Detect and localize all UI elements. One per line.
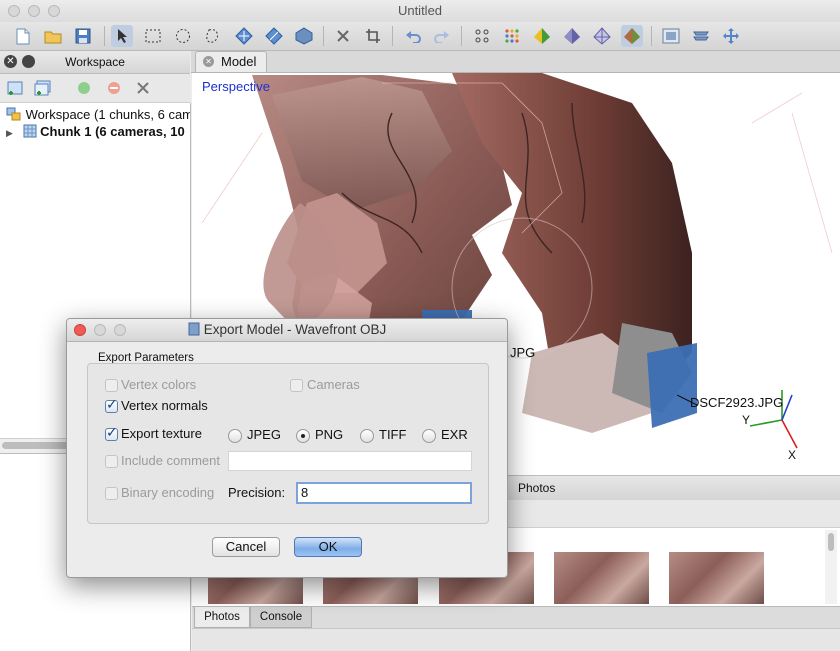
status-bar	[192, 628, 840, 651]
crop-icon[interactable]	[362, 25, 384, 47]
dialog-zoom-button[interactable]	[114, 324, 126, 336]
solid-model-icon[interactable]	[561, 25, 583, 47]
tab-console[interactable]: Console	[250, 607, 312, 628]
main-toolbar	[0, 22, 840, 51]
texture-format-jpeg-label: JPEG	[247, 427, 281, 442]
precision-input[interactable]: 8	[296, 482, 472, 504]
workspace-icon	[6, 107, 21, 121]
chunk-label: Chunk 1 (6 cameras, 10	[40, 124, 185, 139]
window-title: Untitled	[397, 3, 443, 18]
dense-cloud-icon[interactable]	[501, 25, 523, 47]
chunk-icon	[23, 124, 37, 138]
expand-triangle-icon[interactable]: ▶	[6, 128, 13, 138]
point-cloud-icon[interactable]	[471, 25, 493, 47]
tab-photos[interactable]: Photos	[194, 607, 250, 628]
minimize-window-button[interactable]	[28, 5, 40, 17]
binary-encoding-checkbox[interactable]	[105, 487, 118, 500]
photos-panel-title: Photos	[518, 481, 556, 495]
precision-label: Precision:	[228, 485, 286, 500]
circle-select-icon[interactable]	[172, 25, 194, 47]
delete-icon[interactable]	[332, 25, 354, 47]
show-cameras-icon[interactable]	[690, 25, 712, 47]
dialog-close-button[interactable]	[74, 324, 86, 336]
window-title-bar: Untitled	[0, 0, 840, 23]
ok-button[interactable]: OK	[294, 537, 362, 557]
workspace-root-item[interactable]: Workspace (1 chunks, 6 cameras)	[6, 107, 190, 125]
camera-label: JPG	[510, 345, 536, 360]
export-texture-label: Export texture	[121, 426, 202, 441]
save-icon[interactable]	[72, 25, 94, 47]
scroll-thumb[interactable]	[828, 533, 834, 551]
resize-region-icon[interactable]	[263, 25, 285, 47]
texture-format-tiff-radio[interactable]	[360, 429, 374, 443]
export-texture-checkbox[interactable]	[105, 425, 118, 441]
zoom-window-button[interactable]	[48, 5, 60, 17]
disable-camera-icon[interactable]	[103, 77, 125, 99]
vertex-normals-label: Vertex normals	[121, 398, 208, 413]
textured-model-icon[interactable]	[621, 25, 643, 47]
wireframe-model-icon[interactable]	[591, 25, 613, 47]
dialog-title-bar: Export Model - Wavefront OBJ	[67, 319, 507, 342]
texture-format-exr-radio[interactable]	[422, 429, 436, 443]
close-window-button[interactable]	[8, 5, 20, 17]
include-comment-label: Include comment	[121, 453, 220, 468]
comment-input[interactable]	[228, 451, 472, 471]
shaded-model-icon[interactable]	[531, 25, 553, 47]
add-photos-icon[interactable]	[32, 77, 54, 99]
cameras-checkbox[interactable]	[290, 379, 303, 392]
cameras-label: Cameras	[307, 377, 360, 392]
cancel-button[interactable]: Cancel	[212, 537, 280, 557]
model-tab-bar	[191, 51, 840, 73]
workspace-panel-header: ✕ Workspace	[0, 51, 190, 74]
export-model-dialog: Export Model - Wavefront OBJ Export Para…	[66, 318, 508, 578]
undo-icon[interactable]	[402, 25, 424, 47]
close-tab-icon[interactable]: ✕	[203, 56, 214, 67]
capture-view-icon[interactable]	[660, 25, 682, 47]
add-chunk-icon[interactable]	[4, 77, 26, 99]
rectangle-select-icon[interactable]	[142, 25, 164, 47]
bottom-tab-bar: Photos Console	[192, 606, 840, 629]
dialog-title: Export Model - Wavefront OBJ	[203, 322, 387, 337]
dialog-minimize-button[interactable]	[94, 324, 106, 336]
axis-x-label: X	[788, 448, 797, 462]
photo-thumbnail[interactable]	[554, 552, 649, 604]
view-mode-label: Perspective	[202, 79, 270, 94]
navigation-icon[interactable]	[233, 25, 255, 47]
include-comment-checkbox[interactable]	[105, 455, 118, 468]
texture-format-png-label: PNG	[315, 427, 344, 442]
remove-item-icon[interactable]	[132, 77, 154, 99]
texture-format-tiff-label: TIFF	[379, 427, 407, 442]
move-object-icon[interactable]	[720, 25, 742, 47]
open-folder-icon[interactable]	[42, 25, 64, 47]
texture-format-jpeg-radio[interactable]	[228, 429, 242, 443]
tab-model-label: Model	[221, 54, 257, 69]
texture-format-png-radio[interactable]	[296, 429, 310, 443]
camera-label: DSCF2923.JPG	[690, 395, 784, 410]
texture-format-exr-label: EXR	[441, 427, 468, 442]
workspace-panel-title: Workspace	[65, 55, 125, 69]
document-icon	[188, 322, 200, 336]
new-document-icon[interactable]	[12, 25, 34, 47]
redo-icon[interactable]	[431, 25, 453, 47]
photo-thumbnail[interactable]	[669, 552, 764, 604]
workspace-root-label: Workspace (1 chunks, 6 cameras)	[25, 107, 190, 122]
workspace-toolbar	[0, 74, 190, 103]
rotate-region-icon[interactable]	[293, 25, 315, 47]
vertex-colors-label: Vertex colors	[121, 377, 197, 392]
photos-vertical-scrollbar[interactable]	[825, 530, 837, 604]
vertex-colors-checkbox[interactable]	[105, 379, 118, 392]
tab-model[interactable]: ✕ Model	[195, 51, 267, 72]
axis-y-label: Y	[742, 413, 751, 427]
free-form-select-icon[interactable]	[202, 25, 224, 47]
vertex-normals-checkbox[interactable]	[105, 397, 118, 413]
enable-camera-icon[interactable]	[73, 77, 95, 99]
select-arrow-icon[interactable]	[111, 25, 133, 47]
binary-encoding-label: Binary encoding	[121, 485, 215, 500]
chunk-item[interactable]: ▶ Chunk 1 (6 cameras, 10	[6, 124, 190, 142]
